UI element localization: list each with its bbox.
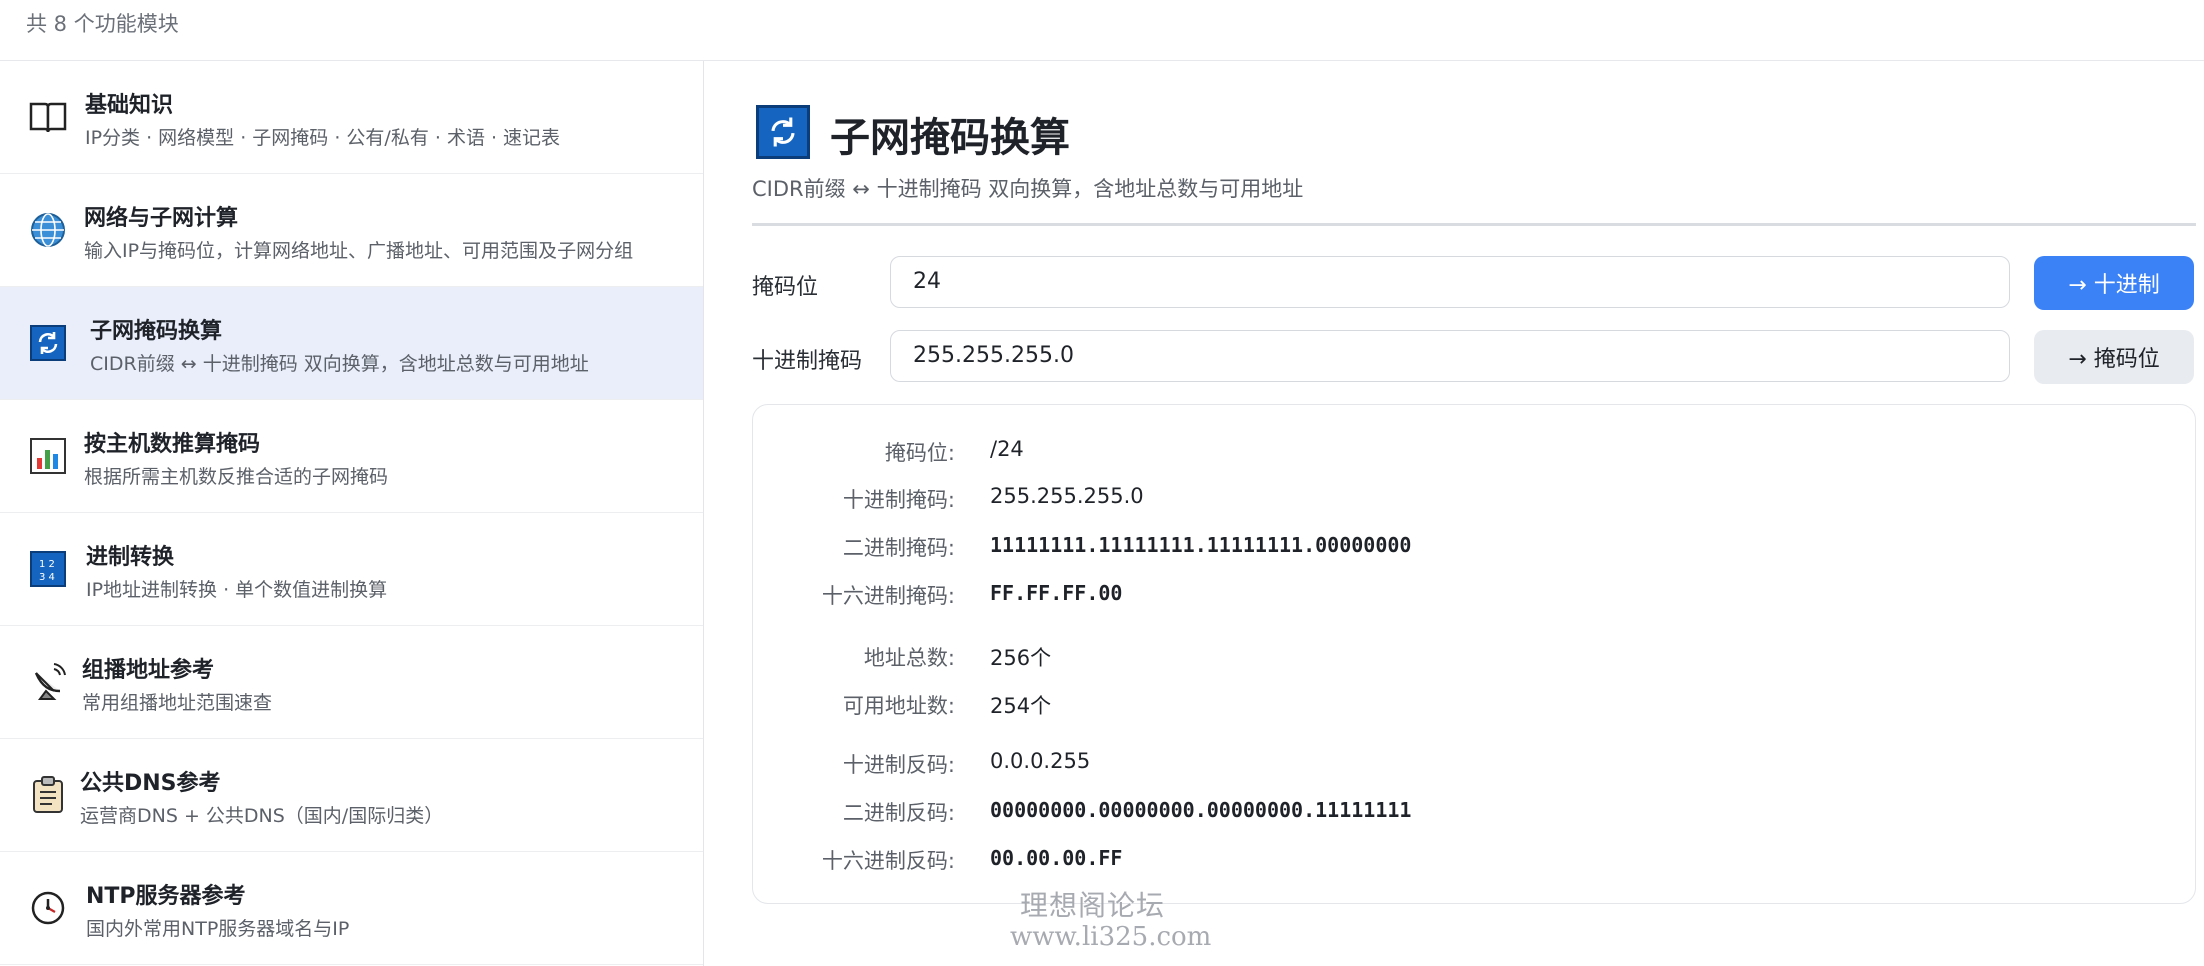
bar-chart-icon — [28, 436, 68, 476]
result-value: 256个 — [990, 646, 1052, 670]
sidebar-item-subnet-calc[interactable]: 网络与子网计算 输入IP与掩码位，计算网络地址、广播地址、可用范围及子网分组 — [0, 174, 703, 287]
globe-icon — [28, 210, 68, 250]
book-icon — [28, 97, 68, 137]
page-subtitle: CIDR前缀 ↔ 十进制掩码 双向换算，含地址总数与可用地址 — [752, 177, 1304, 201]
sidebar-item-desc: 根据所需主机数反推合适的子网掩码 — [84, 466, 389, 488]
satellite-icon — [28, 662, 68, 702]
svg-text:3 4: 3 4 — [39, 572, 55, 583]
to-prefix-button[interactable]: → 掩码位 — [2034, 330, 2194, 384]
sidebar-item-desc: 国内外常用NTP服务器域名与IP — [86, 918, 350, 940]
sidebar-item-title: NTP服务器参考 — [86, 884, 246, 909]
result-value: 00.00.00.FF — [990, 846, 1123, 870]
sidebar-item-basics[interactable]: 基础知识 IP分类 · 网络模型 · 子网掩码 · 公有/私有 · 术语 · 速… — [0, 61, 703, 174]
result-value: FF.FF.FF.00 — [990, 581, 1123, 605]
sidebar-item-title: 子网掩码换算 — [90, 319, 223, 344]
prefix-label: 掩码位 — [752, 275, 819, 300]
page-title: 子网掩码换算 — [830, 115, 1070, 161]
sidebar-item-mask-convert[interactable]: 子网掩码换算 CIDR前缀 ↔ 十进制掩码 双向换算，含地址总数与可用地址 — [0, 287, 703, 400]
sidebar-item-base-convert[interactable]: 1 23 4 进制转换 IP地址进制转换 · 单个数值进制换算 — [0, 513, 703, 626]
result-label: 地址总数: — [863, 646, 955, 670]
result-label: 十进制掩码: — [842, 488, 955, 512]
sidebar-item-desc: 输入IP与掩码位，计算网络地址、广播地址、可用范围及子网分组 — [84, 240, 634, 262]
result-label: 二进制反码: — [842, 801, 955, 825]
refresh-icon — [28, 323, 68, 363]
module-count: 共 8 个功能模块 — [26, 12, 179, 36]
result-label: 可用地址数: — [842, 694, 955, 718]
top-bar: 共 8 个功能模块 — [0, 0, 2204, 61]
sidebar-item-desc: IP分类 · 网络模型 · 子网掩码 · 公有/私有 · 术语 · 速记表 — [85, 127, 561, 149]
sidebar-item-desc: 运营商DNS + 公共DNS（国内/国际归类） — [80, 805, 444, 827]
sidebar-item-host-mask[interactable]: 按主机数推算掩码 根据所需主机数反推合适的子网掩码 — [0, 400, 703, 513]
refresh-icon — [756, 105, 810, 159]
sidebar-item-desc: CIDR前缀 ↔ 十进制掩码 双向换算，含地址总数与可用地址 — [90, 353, 589, 375]
sidebar-item-desc: 常用组播地址范围速查 — [82, 692, 273, 714]
result-value: 255.255.255.0 — [990, 484, 1144, 508]
sidebar: 基础知识 IP分类 · 网络模型 · 子网掩码 · 公有/私有 · 术语 · 速… — [0, 61, 704, 966]
sidebar-item-ntp[interactable]: NTP服务器参考 国内外常用NTP服务器域名与IP — [0, 852, 703, 965]
sidebar-item-title: 进制转换 — [86, 545, 175, 570]
sidebar-item-desc: IP地址进制转换 · 单个数值进制换算 — [86, 579, 388, 601]
result-label: 掩码位: — [884, 441, 955, 465]
sidebar-item-title: 基础知识 — [85, 93, 174, 118]
result-value: 0.0.0.255 — [990, 749, 1091, 773]
sidebar-item-title: 网络与子网计算 — [84, 206, 239, 231]
result-value: /24 — [990, 437, 1024, 461]
watermark-title: 理想阁论坛 — [1020, 889, 1166, 922]
result-label: 十六进制掩码: — [821, 584, 955, 608]
result-label: 十进制反码: — [842, 753, 955, 777]
clipboard-icon — [28, 775, 68, 815]
sidebar-item-public-dns[interactable]: 公共DNS参考 运营商DNS + 公共DNS（国内/国际归类） — [0, 739, 703, 852]
result-label: 二进制掩码: — [842, 536, 955, 560]
watermark-url: www.li325.com — [1010, 922, 1212, 952]
clock-icon — [28, 888, 68, 928]
sidebar-item-title: 公共DNS参考 — [80, 771, 221, 796]
to-decimal-button[interactable]: → 十进制 — [2034, 256, 2194, 310]
main-panel: 子网掩码换算 CIDR前缀 ↔ 十进制掩码 双向换算，含地址总数与可用地址 掩码… — [704, 61, 2204, 966]
result-panel: 掩码位: /24 十进制掩码: 255.255.255.0 二进制掩码: 111… — [752, 404, 2196, 904]
result-value: 00000000.00000000.00000000.11111111 — [990, 798, 1412, 822]
sidebar-item-title: 组播地址参考 — [82, 658, 215, 683]
result-value: 11111111.11111111.11111111.00000000 — [990, 533, 1412, 557]
decimal-mask-label: 十进制掩码 — [752, 349, 863, 374]
result-label: 十六进制反码: — [821, 849, 955, 873]
prefix-input[interactable]: 24 — [890, 256, 2010, 308]
sidebar-item-multicast[interactable]: 组播地址参考 常用组播地址范围速查 — [0, 626, 703, 739]
numbers-icon: 1 23 4 — [28, 549, 68, 589]
svg-text:1 2: 1 2 — [39, 559, 55, 570]
sidebar-item-title: 按主机数推算掩码 — [84, 432, 261, 457]
title-divider — [752, 223, 2196, 226]
decimal-mask-input[interactable]: 255.255.255.0 — [890, 330, 2010, 382]
result-value: 254个 — [990, 694, 1052, 718]
